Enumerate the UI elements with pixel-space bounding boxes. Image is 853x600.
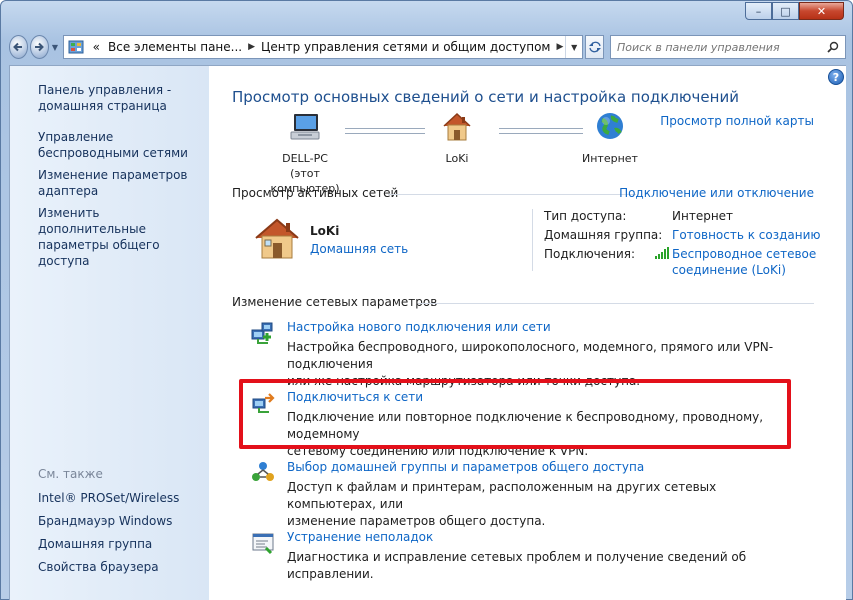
sidebar: Панель управления - домашняя страница Уп…: [10, 66, 209, 600]
map-node-loki-name: LoKi: [445, 152, 469, 165]
sidebar-link-adapter-settings[interactable]: Изменение параметров адаптера: [38, 167, 208, 199]
troubleshoot-desc: Диагностика и исправление сетевых пробле…: [287, 549, 807, 583]
homegroup-sharing-desc-line1: Доступ к файлам и принтерам, расположенн…: [287, 480, 717, 511]
forward-button[interactable]: [29, 35, 49, 59]
connections-label: Подключения:: [544, 247, 636, 261]
refresh-icon: [588, 41, 601, 53]
map-node-internet[interactable]: Интернет: [575, 110, 645, 166]
sidebar-link-browser-properties[interactable]: Свойства браузера: [38, 559, 159, 575]
house-icon: [443, 112, 471, 141]
see-also-label: См. также: [38, 467, 103, 481]
breadcrumb-all-items[interactable]: Все элементы пане...: [104, 40, 246, 54]
troubleshoot-link[interactable]: Устранение неполадок: [287, 530, 433, 544]
refresh-button[interactable]: [585, 35, 605, 59]
breadcrumb-separator-icon[interactable]: ▶: [246, 42, 257, 52]
connect-disconnect-link[interactable]: Подключение или отключение: [619, 186, 814, 200]
breadcrumb-network-center[interactable]: Центр управления сетями и общим доступом: [257, 40, 554, 54]
search-box[interactable]: [610, 35, 847, 59]
homegroup-sharing-icon: [252, 462, 274, 481]
window-frame: – □ ✕ ▼ « Все элементы пане... ▶ Центр у…: [0, 0, 853, 600]
search-icon[interactable]: [821, 41, 845, 53]
map-node-loki[interactable]: LoKi: [427, 110, 487, 166]
change-settings-title: Изменение сетевых параметров: [232, 295, 438, 309]
active-networks-title: Просмотр активных сетей: [232, 186, 399, 200]
network-name: LoKi: [310, 224, 340, 238]
homegroup-sharing-desc-line2: изменение параметров общего доступа.: [287, 514, 546, 528]
globe-icon: [597, 113, 623, 139]
map-node-computer-name: DELL-PC: [282, 152, 328, 165]
map-node-internet-name: Интернет: [582, 152, 638, 165]
access-type-label: Тип доступа:: [544, 209, 627, 223]
maximize-button[interactable]: □: [772, 2, 799, 20]
map-connector: [499, 128, 583, 134]
close-button[interactable]: ✕: [799, 2, 844, 20]
map-connector: [345, 128, 425, 134]
homegroup-sharing-link[interactable]: Выбор домашней группы и параметров общег…: [287, 460, 644, 474]
homegroup-link[interactable]: Готовность к созданию: [672, 228, 821, 242]
network-type-link[interactable]: Домашняя сеть: [310, 242, 408, 256]
help-button[interactable]: ?: [828, 69, 844, 85]
content-area: Панель управления - домашняя страница Уп…: [9, 65, 846, 600]
new-connection-desc-line1: Настройка беспроводного, широкополосного…: [287, 340, 774, 371]
sidebar-link-sharing-settings[interactable]: Изменить дополнительные параметры общего…: [38, 205, 208, 269]
home-network-icon: [255, 218, 299, 259]
section-divider: [418, 303, 814, 304]
wireless-signal-icon: [655, 247, 669, 259]
search-input[interactable]: [611, 40, 822, 54]
arrow-right-icon: [35, 42, 45, 52]
address-dropdown[interactable]: ▼: [565, 36, 582, 58]
sidebar-link-homegroup[interactable]: Домашняя группа: [38, 536, 152, 552]
wireless-connection-line1: Беспроводное сетевое: [672, 247, 817, 261]
navigation-bar: ▼ « Все элементы пане... ▶ Центр управле…: [9, 34, 847, 60]
control-panel-icon: [68, 39, 85, 55]
arrow-left-icon: [13, 42, 23, 52]
sidebar-link-firewall[interactable]: Брандмауэр Windows: [38, 513, 172, 529]
sidebar-link-manage-wireless[interactable]: Управление беспроводными сетями: [38, 129, 208, 161]
map-node-computer[interactable]: DELL-PC (этот компьютер): [255, 110, 355, 196]
troubleshoot-icon: [252, 533, 274, 555]
full-map-link[interactable]: Просмотр полной карты: [660, 114, 814, 128]
homegroup-sharing-desc: Доступ к файлам и принтерам, расположенн…: [287, 479, 807, 530]
access-type-value: Интернет: [672, 209, 734, 223]
computer-icon: [290, 114, 320, 140]
new-connection-icon: [251, 322, 273, 344]
new-connection-link[interactable]: Настройка нового подключения или сети: [287, 320, 551, 334]
wireless-connection-link[interactable]: Беспроводное сетевое соединение (LoKi): [672, 247, 816, 277]
address-chevron[interactable]: «: [89, 40, 104, 54]
network-details-divider: [532, 209, 533, 271]
recent-pages-dropdown[interactable]: ▼: [52, 43, 58, 52]
troubleshoot-desc-line1: Диагностика и исправление сетевых пробле…: [287, 550, 747, 581]
breadcrumb-separator-icon[interactable]: ▶: [554, 42, 565, 52]
homegroup-label: Домашняя группа:: [544, 228, 663, 242]
address-bar[interactable]: « Все элементы пане... ▶ Центр управлени…: [63, 35, 584, 59]
wireless-connection-line2: соединение (LoKi): [672, 263, 786, 277]
sidebar-link-intel-proset[interactable]: Intel® PROSet/Wireless: [38, 490, 179, 506]
main-panel: Просмотр основных сведений о сети и наст…: [232, 66, 822, 600]
back-button[interactable]: [9, 35, 28, 59]
highlight-frame: [239, 379, 791, 449]
caption-buttons: – □ ✕: [745, 2, 844, 20]
sidebar-link-control-panel-home[interactable]: Панель управления - домашняя страница: [38, 82, 208, 114]
section-divider: [388, 194, 636, 195]
page-title: Просмотр основных сведений о сети и наст…: [232, 88, 739, 106]
minimize-button[interactable]: –: [745, 2, 772, 20]
